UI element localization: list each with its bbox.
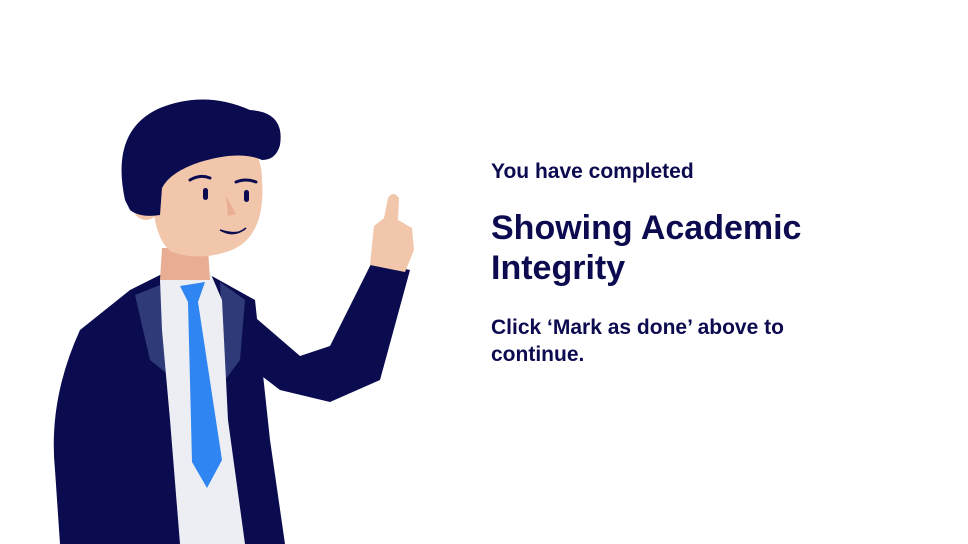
completion-message: You have completed Showing Academic Inte… — [491, 158, 911, 368]
eye-left — [203, 188, 208, 200]
completion-screen: You have completed Showing Academic Inte… — [0, 0, 968, 544]
completed-label: You have completed — [491, 160, 694, 183]
eye-right — [244, 190, 249, 202]
pointing-man-illustration — [53, 99, 414, 544]
pointing-hand-icon — [370, 194, 414, 272]
course-title: Showing Academic Integrity — [491, 209, 802, 287]
continue-instruction: Click ‘Mark as done’ above to continue. — [491, 316, 784, 366]
